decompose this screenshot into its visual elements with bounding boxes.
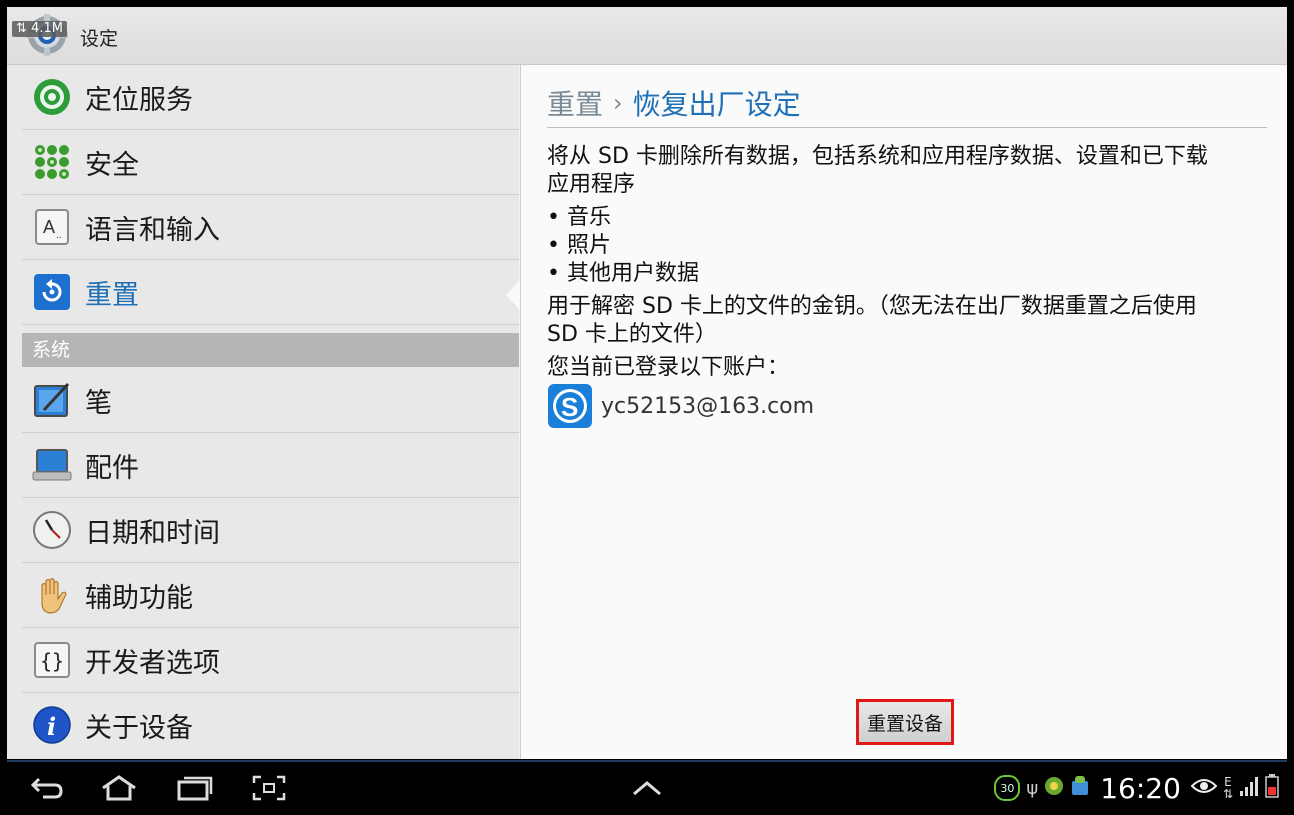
menu-item-label: 语言和输入 xyxy=(85,214,220,246)
menu-item-accessibility[interactable]: 辅助功能 xyxy=(22,563,519,628)
account-s-icon: S xyxy=(548,384,592,428)
bullet-music: • 音乐 xyxy=(547,205,611,230)
menu-item-label: 定位服务 xyxy=(85,84,193,116)
usb-icon: ψ xyxy=(1026,777,1039,799)
data-arrows-icon: ⇅ xyxy=(16,21,27,36)
action-bar: ⇅ 4.1M 设定 xyxy=(7,7,1287,65)
mini-apps-tray-button[interactable] xyxy=(625,770,669,806)
menu-item-about[interactable]: i 关于设备 xyxy=(22,693,519,757)
back-icon xyxy=(30,777,63,799)
menu-item-language[interactable]: A .. 语言和输入 xyxy=(22,195,519,260)
screen: ⇅ 4.1M 设定 定位服务 安全 A .. 语言和输入 重置 系统 笔 配件 … xyxy=(7,7,1287,759)
title-divider xyxy=(547,127,1267,128)
info-icon: i xyxy=(32,705,72,745)
notification-count-icon: 30 xyxy=(994,775,1021,801)
notification-count: 30 xyxy=(1000,781,1015,795)
accessory-icon xyxy=(32,445,72,485)
menu-item-date-time[interactable]: 日期和时间 xyxy=(22,498,519,563)
menu-item-label: 配件 xyxy=(85,452,139,484)
location-icon xyxy=(32,77,72,117)
settings-menu: 定位服务 安全 A .. 语言和输入 重置 系统 笔 配件 日期和时间 辅助功能… xyxy=(7,65,519,759)
menu-item-label: 重置 xyxy=(85,279,139,311)
warning-text-line2: 应用程序 xyxy=(547,172,636,197)
menu-item-developer[interactable]: {} 开发者选项 xyxy=(22,628,519,693)
language-icon: A .. xyxy=(32,207,72,247)
warning-text-line1: 将从 SD 卡删除所有数据，包括系统和应用程序数据、设置和已下载 xyxy=(547,144,1208,169)
menu-item-label: 关于设备 xyxy=(85,712,193,744)
net-speed-indicator: ⇅ 4.1M xyxy=(12,21,67,37)
menu-item-security[interactable]: 安全 xyxy=(22,130,519,195)
bullet-user-data: • 其他用户数据 xyxy=(547,261,699,286)
detail-pane: 重置 › 恢复出厂设定 将从 SD 卡删除所有数据，包括系统和应用程序数据、设置… xyxy=(520,65,1287,759)
account-email: yc52153@163.com xyxy=(601,393,815,419)
key-text-line2: SD 卡上的文件） xyxy=(547,322,717,347)
section-header-system: 系统 xyxy=(22,333,519,367)
security-icon xyxy=(32,142,72,182)
back-button[interactable] xyxy=(25,770,69,806)
network-type: E xyxy=(1224,775,1232,789)
reset-device-button[interactable]: 重置设备 xyxy=(856,699,954,745)
menu-item-label: 日期和时间 xyxy=(85,517,220,549)
menu-item-location[interactable]: 定位服务 xyxy=(22,65,519,130)
reset-icon xyxy=(32,272,72,312)
hand-icon xyxy=(32,575,72,615)
svg-text:S: S xyxy=(561,392,578,422)
recent-apps-icon xyxy=(177,776,213,801)
screenshot-icon xyxy=(252,775,286,801)
app-title: 设定 xyxy=(80,28,119,50)
recent-apps-button[interactable] xyxy=(173,770,217,806)
battery-icon xyxy=(1265,774,1279,802)
svg-text:..: .. xyxy=(56,230,62,241)
menu-item-label: 笔 xyxy=(85,387,112,419)
developer-icon: {} xyxy=(32,640,72,680)
menu-item-label: 安全 xyxy=(85,149,139,181)
breadcrumb-separator-icon: › xyxy=(613,89,623,117)
status-area[interactable]: 30 ψ 16:20 E ⇅ xyxy=(994,768,1279,808)
signal-icon xyxy=(1239,775,1259,801)
menu-item-label: 辅助功能 xyxy=(85,582,193,614)
page-title: 恢复出厂设定 xyxy=(632,88,801,121)
key-text-line1: 用于解密 SD 卡上的文件的金钥。（您无法在出厂数据重置之后使用 xyxy=(547,294,1197,319)
account-row: S yc52153@163.com xyxy=(547,383,814,429)
screenshot-button[interactable] xyxy=(247,770,291,806)
svg-text:{}: {} xyxy=(40,649,64,673)
menu-item-label: 开发者选项 xyxy=(85,647,220,679)
system-bar: 30 ψ 16:20 E ⇅ xyxy=(7,760,1287,815)
status-clock: 16:20 xyxy=(1100,771,1181,805)
breadcrumb: 重置 › 恢复出厂设定 xyxy=(547,83,801,123)
menu-item-reset[interactable]: 重置 xyxy=(22,260,519,325)
android-update-icon xyxy=(1070,775,1090,801)
net-speed-text: 4.1M xyxy=(31,21,63,36)
network-type-indicator: E ⇅ xyxy=(1222,775,1233,801)
selection-pointer xyxy=(506,279,521,311)
bullet-photos: • 照片 xyxy=(547,233,611,258)
breadcrumb-parent[interactable]: 重置 xyxy=(547,83,603,123)
eye-icon xyxy=(1190,777,1218,799)
svg-text:A: A xyxy=(43,217,55,237)
accounts-heading: 您当前已登录以下账户： xyxy=(547,355,790,380)
clock-icon xyxy=(32,510,72,550)
chevron-up-icon xyxy=(633,781,661,796)
svg-text:i: i xyxy=(47,712,56,741)
home-icon xyxy=(102,775,136,801)
menu-item-pen[interactable]: 笔 xyxy=(22,368,519,433)
menu-item-accessory[interactable]: 配件 xyxy=(22,433,519,498)
pen-icon xyxy=(32,380,72,420)
app-notification-icon xyxy=(1044,776,1064,800)
home-button[interactable] xyxy=(97,770,141,806)
